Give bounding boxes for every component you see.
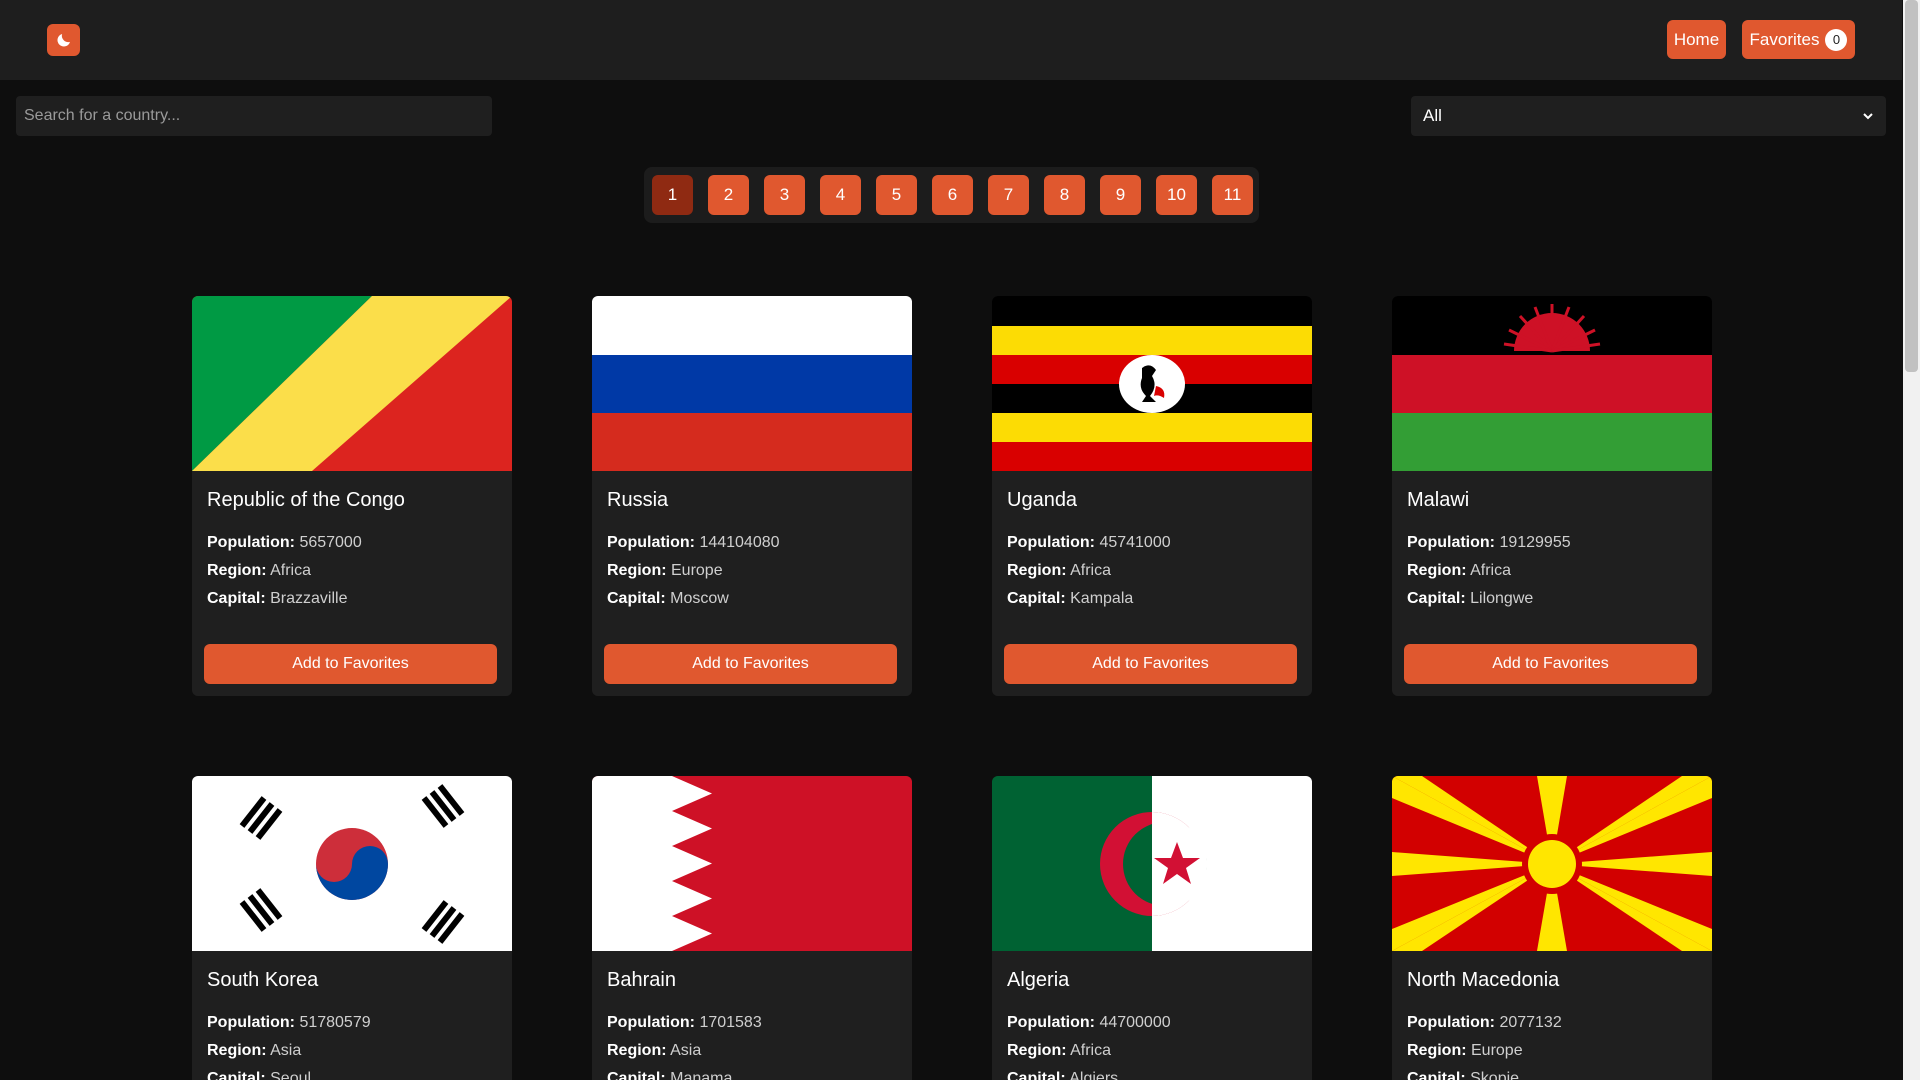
add-to-favorites-button[interactable]: Add to Favorites <box>1004 644 1297 684</box>
add-to-favorites-button[interactable]: Add to Favorites <box>1404 644 1697 684</box>
home-button[interactable]: Home <box>1667 20 1726 59</box>
algeria-flag <box>992 776 1312 951</box>
page-button[interactable]: 7 <box>988 175 1029 215</box>
population-info: Population: 45741000 <box>1007 534 1171 551</box>
population-info: Population: 1701583 <box>607 1014 762 1031</box>
country-name: Malawi <box>1407 489 1470 511</box>
region-info: Region: Europe <box>1407 1042 1523 1059</box>
capital-info: Capital: Brazzaville <box>207 590 348 607</box>
region-info: Region: Asia <box>207 1042 302 1059</box>
capital-info: Capital: Moscow <box>607 590 729 607</box>
population-info: Population: 44700000 <box>1007 1014 1171 1031</box>
capital-info: Capital: Seoul <box>207 1070 312 1080</box>
page-button[interactable]: 10 <box>1156 175 1197 215</box>
country-name: Russia <box>607 489 669 511</box>
page-button[interactable]: 6 <box>932 175 973 215</box>
uganda-flag <box>992 296 1312 471</box>
congo-flag <box>192 296 512 471</box>
country-card: Bahrain Population: 1701583 Region: Asia… <box>592 776 912 1080</box>
region-info: Region: Africa <box>207 562 312 579</box>
search-input[interactable] <box>16 96 492 136</box>
region-info: Region: Africa <box>1007 1042 1112 1059</box>
country-card: Malawi Population: 19129955 Region: Afri… <box>1392 296 1712 696</box>
north-macedonia-flag <box>1392 776 1712 951</box>
page-button[interactable]: 1 <box>652 175 693 215</box>
country-name: North Macedonia <box>1407 969 1560 991</box>
region-filter-select[interactable]: All <box>1411 96 1886 136</box>
bahrain-flag <box>592 776 912 951</box>
country-name: South Korea <box>207 969 319 991</box>
region-info: Region: Asia <box>607 1042 702 1059</box>
country-card: Republic of the Congo Population: 565700… <box>192 296 512 696</box>
capital-info: Capital: Lilongwe <box>1407 590 1534 607</box>
country-name: Uganda <box>1007 489 1078 511</box>
capital-info: Capital: Kampala <box>1007 590 1134 607</box>
country-card: North Macedonia Population: 2077132 Regi… <box>1392 776 1712 1080</box>
russia-flag <box>592 296 912 471</box>
region-filter-value: All <box>1423 106 1442 125</box>
page-button[interactable]: 2 <box>708 175 749 215</box>
moon-icon <box>56 34 70 47</box>
page-button[interactable]: 4 <box>820 175 861 215</box>
navbar: Home Favorites 0 <box>0 0 1902 80</box>
capital-info: Capital: Algiers <box>1007 1070 1119 1080</box>
pagination: 1 2 3 4 5 6 7 8 9 10 11 <box>644 167 1259 223</box>
population-info: Population: 19129955 <box>1407 534 1571 551</box>
add-to-favorites-button[interactable]: Add to Favorites <box>604 644 897 684</box>
favorites-count-badge: 0 <box>1825 28 1848 51</box>
capital-info: Capital: Manama <box>607 1070 733 1080</box>
population-info: Population: 51780579 <box>207 1014 371 1031</box>
country-card: Algeria Population: 44700000 Region: Afr… <box>992 776 1312 1080</box>
population-info: Population: 2077132 <box>1407 1014 1562 1031</box>
country-card: Russia Population: 144104080 Region: Eur… <box>592 296 912 696</box>
region-info: Region: Africa <box>1407 562 1512 579</box>
capital-info: Capital: Skopje <box>1407 1070 1520 1080</box>
page-button[interactable]: 8 <box>1044 175 1085 215</box>
chevron-down-icon <box>1863 113 1873 120</box>
page-button[interactable]: 9 <box>1100 175 1141 215</box>
favorites-button[interactable]: Favorites 0 <box>1742 20 1855 59</box>
region-info: Region: Europe <box>607 562 723 579</box>
scrollbar-thumb[interactable] <box>1905 0 1918 372</box>
country-card: South Korea Population: 51780579 Region:… <box>192 776 512 1080</box>
south-korea-flag <box>192 776 512 951</box>
country-name: Algeria <box>1007 969 1070 991</box>
page-button[interactable]: 11 <box>1212 175 1253 215</box>
country-card: Uganda Population: 45741000 Region: Afri… <box>992 296 1312 696</box>
malawi-flag <box>1392 296 1712 471</box>
population-info: Population: 144104080 <box>607 534 780 551</box>
theme-toggle-button[interactable] <box>47 24 80 56</box>
page-button[interactable]: 3 <box>764 175 805 215</box>
region-info: Region: Africa <box>1007 562 1112 579</box>
add-to-favorites-button[interactable]: Add to Favorites <box>204 644 497 684</box>
country-name: Bahrain <box>607 969 676 991</box>
page-button[interactable]: 5 <box>876 175 917 215</box>
favorites-label: Favorites <box>1749 29 1820 49</box>
country-name: Republic of the Congo <box>207 489 405 511</box>
population-info: Population: 5657000 <box>207 534 362 551</box>
